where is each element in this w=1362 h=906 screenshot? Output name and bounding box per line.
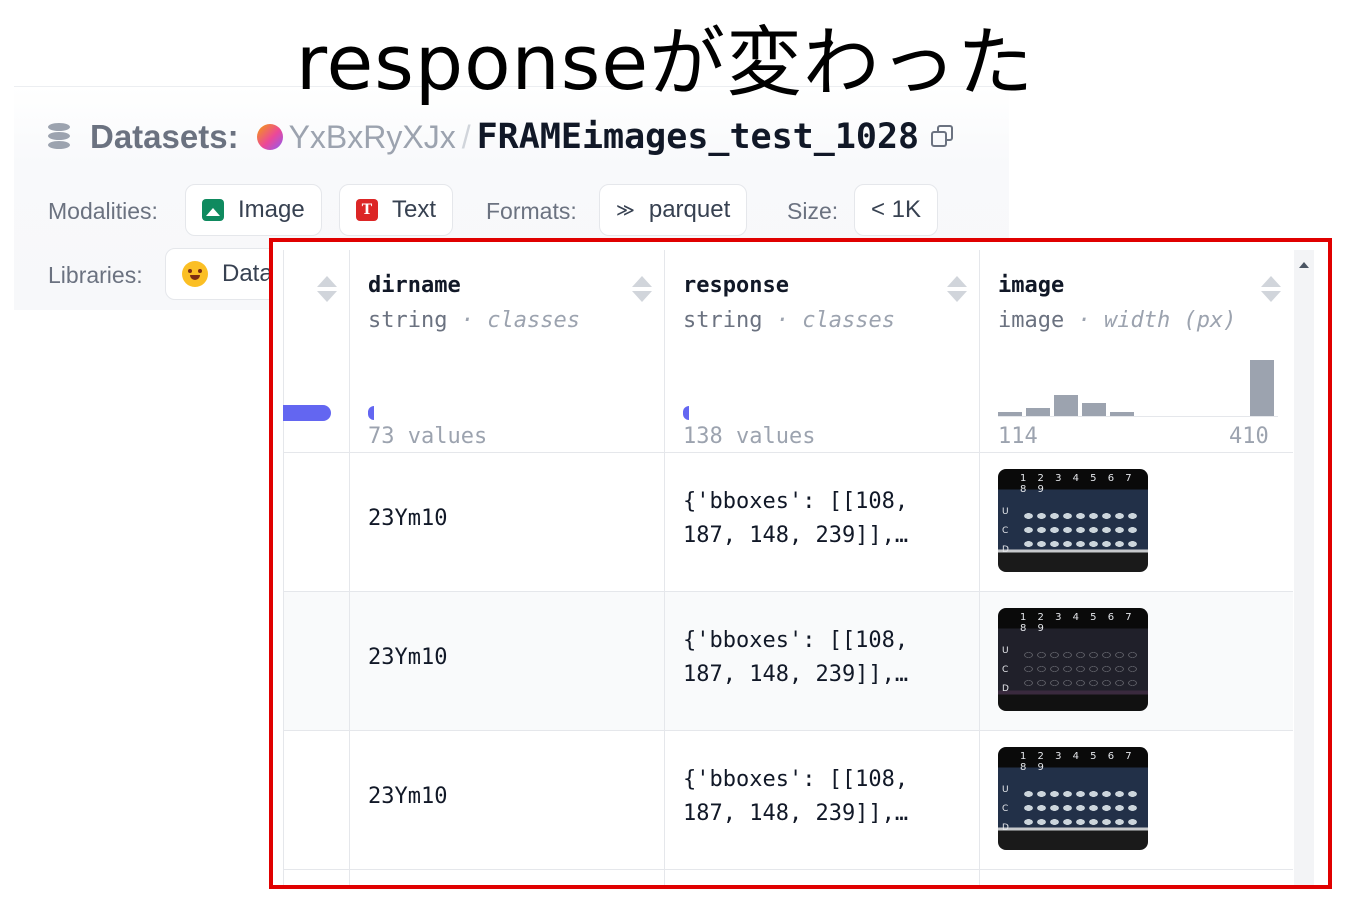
- modality-text-pill[interactable]: T Text: [339, 184, 454, 236]
- user-avatar: [256, 124, 283, 150]
- formats-label: Formats:: [486, 198, 577, 224]
- dataset-table: dirname string · classes 73 values respo…: [283, 250, 1293, 885]
- database-icon: [48, 123, 70, 151]
- histogram-max: 410: [1229, 424, 1269, 449]
- modality-text-label: Text: [392, 196, 437, 223]
- cell-dirname[interactable]: 23Ym10: [368, 780, 447, 814]
- class-distribution-bar: [683, 406, 689, 420]
- column-type-dirname: string · classes: [368, 308, 580, 333]
- histogram-min: 114: [998, 424, 1038, 449]
- copy-icon[interactable]: [931, 125, 955, 149]
- response-value-count: 138 values: [683, 424, 816, 449]
- slide-title: responseが変わった: [295, 18, 1035, 107]
- column-type-image: image · width (px): [998, 308, 1237, 333]
- column-type-response: string · classes: [683, 308, 895, 333]
- class-distribution-bar: [368, 406, 374, 420]
- sort-icon[interactable]: [947, 276, 967, 304]
- modality-image-label: Image: [238, 196, 305, 223]
- library-label: Data: [222, 260, 273, 287]
- breadcrumb-separator: /: [461, 118, 471, 155]
- sort-icon[interactable]: [1261, 276, 1281, 304]
- parquet-icon: ≫: [616, 199, 635, 220]
- breadcrumb: Datasets: YxBxRyXJx / FRAMEimages_test_1…: [48, 115, 955, 159]
- class-distribution-bar: [283, 405, 331, 421]
- histogram-bar[interactable]: [1026, 408, 1050, 416]
- user-link[interactable]: YxBxRyXJx: [289, 119, 456, 156]
- repo-name[interactable]: FRAMEimages_test_1028: [477, 117, 920, 157]
- histogram-bar[interactable]: [1082, 403, 1106, 416]
- cell-image-thumbnail[interactable]: 1 2 3 4 5 6 7 8 9 U C D: [998, 469, 1148, 572]
- modality-image-pill[interactable]: Image: [185, 184, 322, 236]
- column-header-image[interactable]: image: [998, 273, 1064, 298]
- hugging-face-icon: [182, 261, 208, 287]
- cell-image-thumbnail[interactable]: 1 2 3 4 5 6 7 8 9 U C D: [998, 608, 1148, 711]
- format-parquet-pill[interactable]: ≫ parquet: [599, 184, 748, 236]
- column-header-response[interactable]: response: [683, 273, 789, 298]
- image-icon: [202, 199, 224, 221]
- size-label: Size:: [787, 198, 839, 224]
- datasets-link[interactable]: Datasets:: [90, 118, 239, 156]
- column-header-dirname[interactable]: dirname: [368, 273, 461, 298]
- cell-dirname[interactable]: 23Ym10: [368, 502, 447, 536]
- sort-icon[interactable]: [317, 276, 337, 304]
- cell-dirname[interactable]: 23Ym10: [368, 641, 447, 675]
- cell-response[interactable]: {'bboxes': [[108, 187, 148, 239]],…: [683, 485, 908, 553]
- text-icon: T: [356, 199, 378, 221]
- format-label: parquet: [648, 196, 731, 223]
- dirname-value-count: 73 values: [368, 424, 488, 449]
- histogram-bar[interactable]: [1250, 360, 1274, 416]
- vertical-scrollbar[interactable]: [1294, 250, 1314, 885]
- cell-image-thumbnail[interactable]: 1 2 3 4 5 6 7 8 9 U C D: [998, 747, 1148, 850]
- modalities-label: Modalities:: [48, 198, 158, 224]
- size-value: < 1K: [871, 196, 922, 223]
- dataset-viewer-highlight: dirname string · classes 73 values respo…: [269, 238, 1332, 889]
- size-pill[interactable]: < 1K: [854, 184, 939, 236]
- cell-response[interactable]: {'bboxes': [[108, 187, 148, 239]],…: [683, 624, 908, 692]
- cell-response[interactable]: {'bboxes': [[108, 187, 148, 239]],…: [683, 763, 908, 831]
- sort-icon[interactable]: [632, 276, 652, 304]
- libraries-label: Libraries:: [48, 262, 143, 288]
- histogram-bar[interactable]: [1054, 395, 1078, 416]
